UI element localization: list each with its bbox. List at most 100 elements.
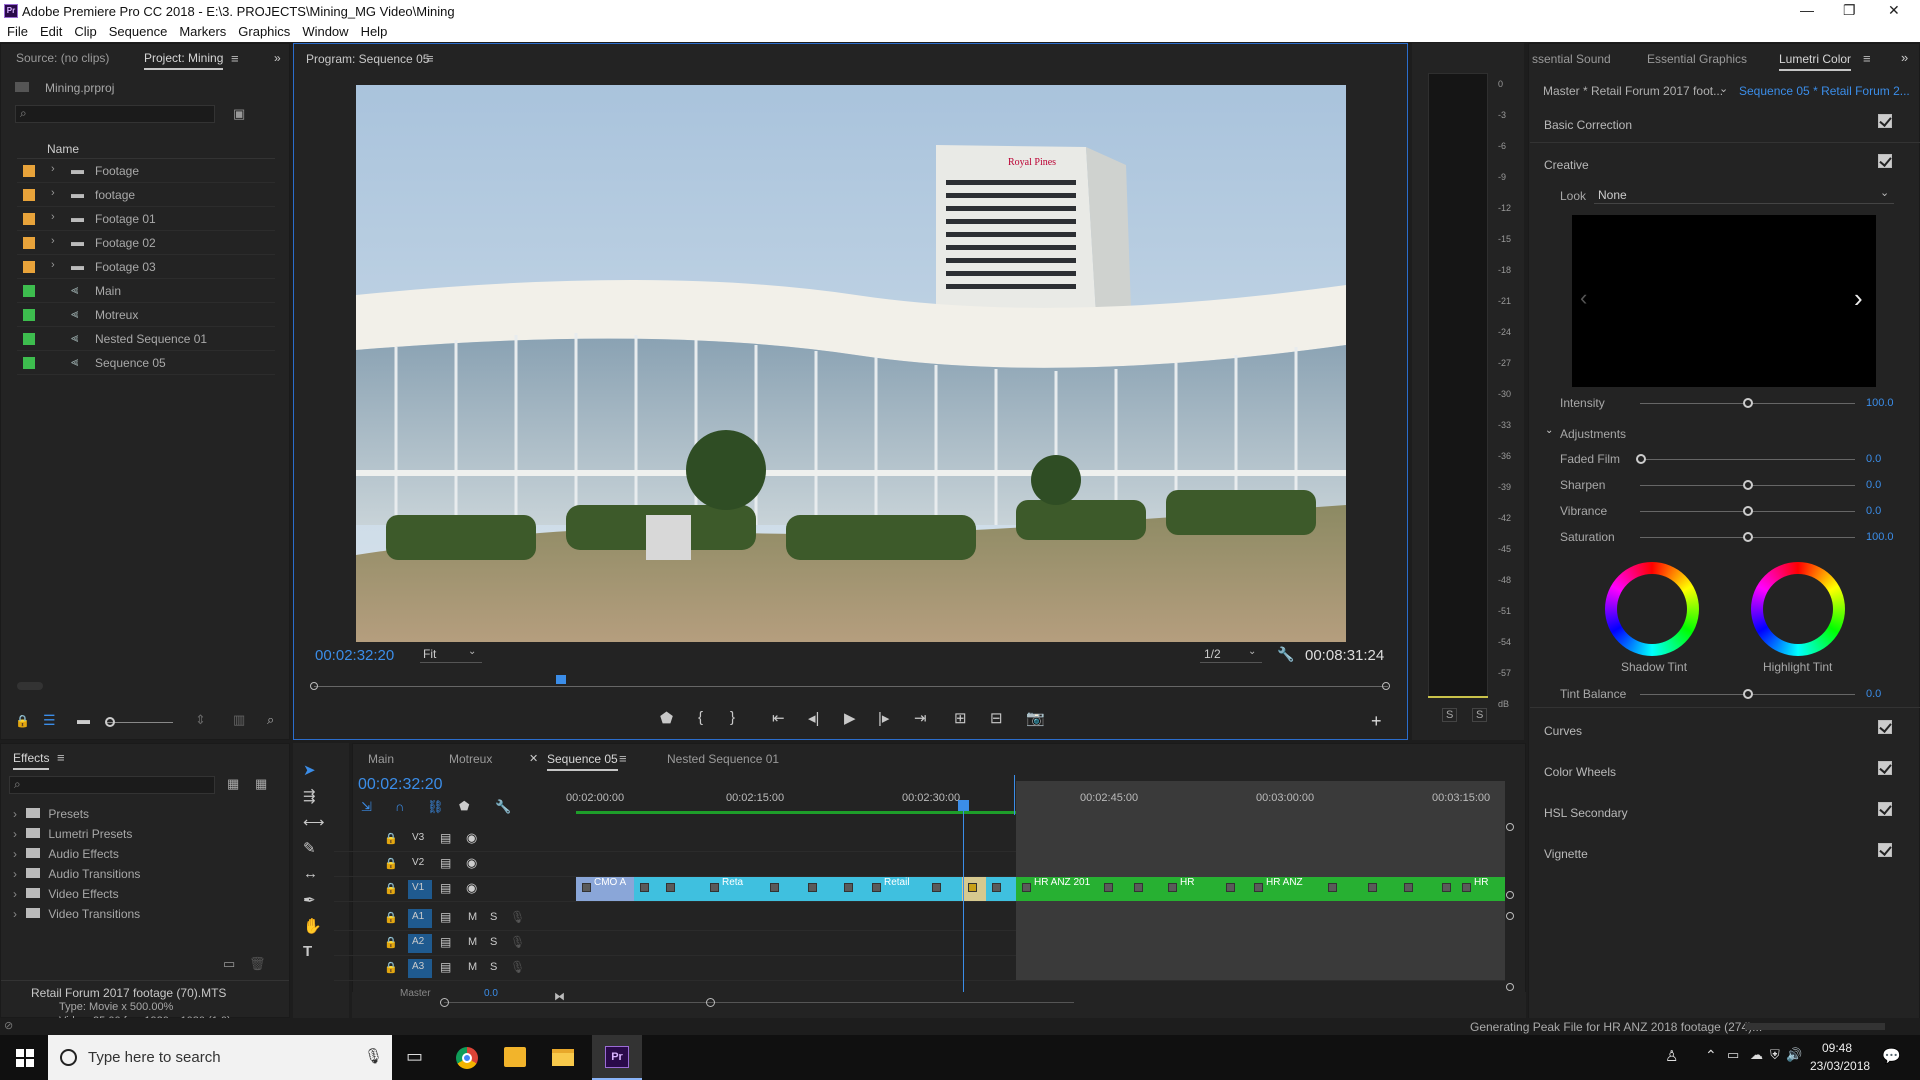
next-look-icon[interactable]: › — [1854, 283, 1863, 314]
tab-essential-sound[interactable]: ssential Sound — [1532, 52, 1611, 66]
project-item[interactable]: › ▬ Footage 01 — [17, 207, 275, 231]
expand-arrow-icon[interactable]: › — [13, 867, 17, 881]
hsl-secondary-header[interactable]: HSL Secondary — [1544, 806, 1628, 820]
adjustment-slider-knob[interactable] — [1636, 454, 1646, 464]
program-timecode[interactable]: 00:02:32:20 — [315, 647, 394, 664]
show-hidden-icons-icon[interactable]: ⌃ — [1705, 1047, 1717, 1064]
clip-retail-1[interactable]: Reta — [704, 877, 764, 901]
clip-hr-anz-2[interactable]: HR ANZ — [1248, 877, 1322, 901]
minimize-icon[interactable]: — — [1800, 2, 1814, 18]
vignette-header[interactable]: Vignette — [1544, 847, 1588, 861]
effects-menu-icon[interactable]: ≡ — [57, 750, 65, 765]
tab-project[interactable]: Project: Mining — [144, 51, 224, 70]
creative-header[interactable]: Creative — [1544, 158, 1589, 172]
timeline-menu-icon[interactable]: ≡ — [619, 751, 627, 766]
solo-button[interactable]: S — [490, 961, 497, 973]
zoom-slider[interactable] — [107, 722, 173, 723]
nest-toggle-icon[interactable]: ⇲ — [361, 799, 372, 815]
action-center-icon[interactable]: 💬 — [1882, 1047, 1901, 1065]
track-select-tool-icon[interactable]: ⇶ — [303, 787, 316, 805]
curves-header[interactable]: Curves — [1544, 724, 1582, 738]
clip[interactable] — [1398, 877, 1436, 901]
project-item[interactable]: › ▬ Footage — [17, 159, 275, 183]
track-header[interactable]: 🔒 A3 ▤ M S 🎙 — [334, 956, 576, 981]
clip[interactable] — [1436, 877, 1456, 901]
go-to-out-icon[interactable]: ⇥ — [914, 709, 927, 727]
premiere-taskbar-button[interactable]: Pr — [592, 1035, 642, 1080]
add-marker-icon[interactable]: ⬟ — [660, 709, 673, 727]
project-search-input[interactable]: ⌕ — [15, 105, 215, 123]
add-marker-icon[interactable]: ⬟ — [459, 799, 469, 813]
timeline-playhead[interactable] — [958, 800, 969, 811]
mark-in-icon[interactable]: { — [698, 709, 703, 726]
chevron-down-icon[interactable]: ⌄ — [1545, 425, 1553, 436]
mute-button[interactable]: M — [468, 936, 477, 948]
zoom-scroll-end[interactable] — [706, 998, 715, 1007]
clip[interactable] — [1128, 877, 1162, 901]
tab-nested-sequence-01[interactable]: Nested Sequence 01 — [667, 752, 779, 766]
timeline-timecode[interactable]: 00:02:32:20 — [358, 776, 443, 794]
vertical-scrollbar[interactable] — [1506, 815, 1514, 995]
expand-arrow-icon[interactable]: › — [13, 807, 17, 821]
track-name[interactable]: V3 — [412, 832, 424, 843]
clip[interactable] — [926, 877, 962, 901]
task-view-icon[interactable]: ▭ — [406, 1046, 423, 1067]
menu-edit[interactable]: Edit — [33, 22, 67, 39]
shadow-tint-wheel[interactable] — [1605, 562, 1699, 656]
selection-tool-icon[interactable]: ➤ — [303, 761, 316, 779]
label-color-swatch[interactable] — [23, 213, 35, 225]
adjustment-value[interactable]: 0.0 — [1866, 505, 1881, 517]
new-bin-icon[interactable]: ▣ — [233, 106, 245, 122]
track-header[interactable]: 🔒 V3 ▤ ◉ — [334, 827, 576, 852]
menu-file[interactable]: File — [0, 22, 33, 39]
tab-program[interactable]: Program: Sequence 05 — [306, 52, 429, 66]
timeline-zoom-scrollbar[interactable] — [444, 1002, 1074, 1003]
track-header[interactable]: 🔒 A2 ▤ M S 🎙 — [334, 931, 576, 956]
zoom-end-handle[interactable] — [1382, 682, 1390, 690]
lock-icon[interactable]: 🔒 — [384, 936, 398, 949]
microphone-icon[interactable]: 🎙 — [510, 935, 525, 949]
people-icon[interactable]: ♙ — [1665, 1047, 1678, 1065]
effects-folder[interactable]: › Audio Transitions — [13, 867, 273, 887]
expand-arrow-icon[interactable]: › — [51, 235, 55, 247]
effects-folder[interactable]: › Lumetri Presets — [13, 827, 273, 847]
new-custom-bin-icon[interactable]: ▦ — [227, 776, 239, 792]
track-name[interactable]: A1 — [412, 911, 424, 922]
extract-icon[interactable]: ⊟ — [990, 709, 1003, 727]
clip-hr-2[interactable]: HR — [1456, 877, 1505, 901]
label-color-swatch[interactable] — [23, 261, 35, 273]
new-preset-bin-icon[interactable]: ▦ — [255, 776, 267, 792]
razor-tool-icon[interactable]: ✎ — [303, 839, 316, 857]
expand-arrow-icon[interactable]: › — [51, 211, 55, 223]
sync-lock-icon[interactable]: ▤ — [440, 856, 451, 870]
horizontal-scrollbar[interactable] — [17, 682, 43, 690]
mute-button[interactable]: M — [468, 961, 477, 973]
track-name[interactable]: V1 — [412, 882, 424, 893]
expand-arrow-icon[interactable]: › — [13, 827, 17, 841]
solo-right-button[interactable]: S — [1472, 708, 1488, 722]
column-header[interactable]: Name — [17, 139, 275, 159]
volume-icon[interactable]: 🔊 — [1786, 1047, 1802, 1063]
creative-checkbox[interactable] — [1878, 154, 1892, 168]
effects-folder[interactable]: › Video Transitions — [13, 907, 273, 927]
clip[interactable] — [986, 877, 1016, 901]
clip[interactable] — [838, 877, 866, 901]
eye-icon[interactable]: ◉ — [466, 855, 477, 871]
expand-panels-icon[interactable]: » — [1901, 50, 1908, 65]
expand-arrow-icon[interactable]: › — [51, 163, 55, 175]
type-tool-icon[interactable]: T — [303, 943, 312, 960]
clip-retail-2[interactable]: Retail — [866, 877, 926, 901]
slip-tool-icon[interactable]: ↔ — [303, 865, 318, 882]
export-frame-icon[interactable]: 📷 — [1026, 709, 1045, 727]
track-header[interactable]: 🔒 A1 ▤ M S 🎙 — [334, 906, 576, 931]
sync-lock-icon[interactable]: ▤ — [440, 935, 451, 949]
security-icon[interactable]: ⛨ — [1770, 1047, 1780, 1063]
delete-icon[interactable]: 🗑 — [249, 956, 266, 972]
tab-main[interactable]: Main — [368, 752, 394, 766]
expand-panels-icon[interactable]: » — [274, 51, 281, 65]
solo-left-button[interactable]: S — [1442, 708, 1458, 722]
time-ruler[interactable]: 00:02:00:00 00:02:15:00 00:02:30:00 00:02:4… — [566, 781, 1505, 815]
network-icon[interactable]: ▭ — [1727, 1047, 1739, 1063]
track-name[interactable]: A2 — [412, 936, 424, 947]
tab-essential-graphics[interactable]: Essential Graphics — [1647, 52, 1747, 66]
